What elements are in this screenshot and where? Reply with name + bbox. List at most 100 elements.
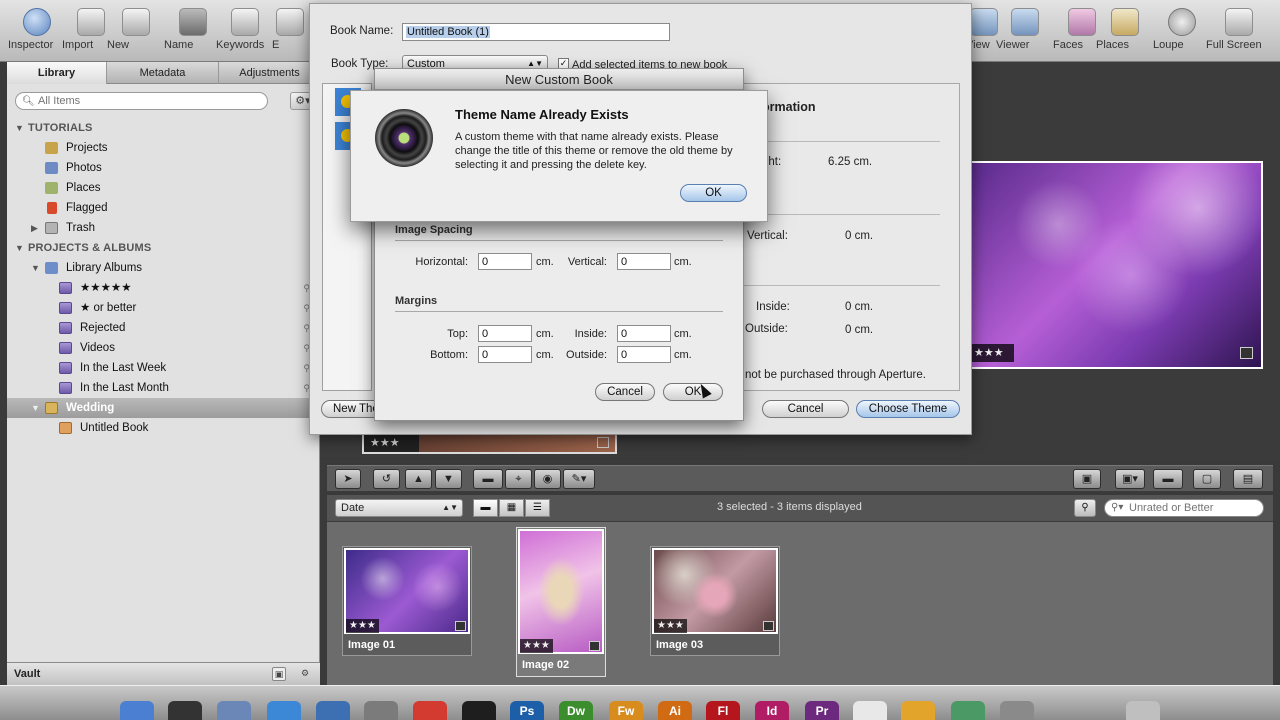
system-prefs-icon[interactable] bbox=[364, 701, 398, 720]
viewer-photo[interactable] bbox=[970, 161, 1263, 369]
viewer-button[interactable]: Viewer bbox=[996, 6, 1054, 56]
tree-item-library-albums[interactable]: ▼ Library Albums bbox=[7, 258, 320, 278]
red-eye-tool-button[interactable]: ◉ bbox=[534, 469, 561, 489]
sort-select[interactable]: Date ▲▼ bbox=[335, 499, 463, 517]
disclosure-down-icon[interactable]: ▼ bbox=[15, 118, 24, 138]
tab-metadata[interactable]: Metadata bbox=[107, 62, 219, 84]
select-tool-button[interactable]: ➤ bbox=[335, 469, 361, 489]
alert-ok-button[interactable]: OK bbox=[680, 184, 747, 202]
faces-icon bbox=[1068, 8, 1096, 36]
new-theme-button[interactable]: New The bbox=[321, 400, 381, 418]
tree-item-wedding[interactable]: ▼ Wedding bbox=[7, 398, 320, 418]
dreamweaver-icon[interactable]: Dw bbox=[559, 701, 593, 720]
rating-filter-input[interactable] bbox=[1129, 501, 1259, 515]
fireworks-icon[interactable]: Fw bbox=[609, 701, 643, 720]
keywords-button[interactable]: Keywords bbox=[216, 6, 274, 56]
disclosure-right-icon[interactable]: ▶ bbox=[31, 218, 38, 238]
vault-gear-icon[interactable]: ⚙ bbox=[298, 667, 312, 681]
vertical-spacing-input[interactable] bbox=[617, 253, 671, 270]
book-name-field[interactable]: Untitled Book (1) bbox=[402, 23, 670, 41]
time-machine-icon[interactable] bbox=[951, 701, 985, 720]
tree-item-one-star-or-better[interactable]: ★ or better ⚲ bbox=[7, 298, 320, 318]
tree-item-photos[interactable]: Photos bbox=[7, 158, 320, 178]
dock-label: Dw bbox=[567, 704, 585, 718]
aperture-icon[interactable] bbox=[462, 701, 496, 720]
thumbnail-image-03[interactable]: ★★★ Image 03 bbox=[650, 546, 780, 656]
lift-tool-button[interactable]: ▲ bbox=[405, 469, 432, 489]
textedit-icon[interactable] bbox=[853, 701, 887, 720]
app-store-icon[interactable] bbox=[1000, 701, 1034, 720]
filter-hud-button[interactable]: ⚲ bbox=[1074, 499, 1096, 517]
disclosure-down-icon[interactable]: ▼ bbox=[31, 258, 40, 278]
trash-dock-icon[interactable] bbox=[1126, 701, 1160, 720]
sheet-cancel-button[interactable]: Cancel bbox=[762, 400, 849, 418]
flash-icon[interactable]: Fl bbox=[706, 701, 740, 720]
photoshop-icon[interactable]: Ps bbox=[510, 701, 544, 720]
viewer-secondary-photo[interactable]: ★★★ bbox=[362, 432, 617, 454]
inside-margin-input[interactable] bbox=[617, 325, 671, 342]
stamp-tool-button[interactable]: ▼ bbox=[435, 469, 462, 489]
tree-item-flagged[interactable]: Flagged bbox=[7, 198, 320, 218]
bottom-margin-input[interactable] bbox=[478, 346, 532, 363]
premiere-icon[interactable]: Pr bbox=[805, 701, 839, 720]
single-view-button[interactable]: ▢ bbox=[1193, 469, 1221, 489]
places-button[interactable]: Places bbox=[1096, 6, 1154, 56]
straighten-tool-button[interactable]: ▬ bbox=[473, 469, 503, 489]
brush-tool-button[interactable]: ✎▾ bbox=[563, 469, 595, 489]
dashboard-icon[interactable] bbox=[168, 701, 202, 720]
inspector-button[interactable]: Inspector bbox=[8, 6, 66, 56]
browser-mode-button[interactable]: ▣▾ bbox=[1115, 469, 1145, 489]
library-search-input[interactable] bbox=[38, 94, 258, 108]
tree-item-untitled-book[interactable]: Untitled Book bbox=[7, 418, 320, 438]
thumbnail-image-02[interactable]: ★★★ Image 02 bbox=[516, 527, 606, 677]
itunes-icon[interactable] bbox=[316, 701, 350, 720]
illustrator-icon[interactable]: Ai bbox=[658, 701, 692, 720]
vault-add-icon[interactable]: ▣ bbox=[272, 667, 286, 681]
tree-item-videos[interactable]: Videos ⚲ bbox=[7, 338, 320, 358]
rotate-tool-button[interactable]: ↺ bbox=[373, 469, 400, 489]
section-projects-albums[interactable]: ▼ PROJECTS & ALBUMS bbox=[7, 238, 320, 258]
loupe-button[interactable]: Loupe bbox=[1153, 6, 1211, 56]
preview-icon[interactable] bbox=[217, 701, 251, 720]
tree-item-places[interactable]: Places bbox=[7, 178, 320, 198]
finder-icon[interactable] bbox=[120, 701, 154, 720]
loupe-icon bbox=[1168, 8, 1196, 36]
full-screen-button[interactable]: Full Screen bbox=[1206, 6, 1272, 56]
tab-library[interactable]: Library bbox=[7, 62, 107, 84]
tab-adjustments[interactable]: Adjustments bbox=[219, 62, 320, 84]
tree-item-last-month[interactable]: In the Last Month ⚲ bbox=[7, 378, 320, 398]
top-margin-input[interactable] bbox=[478, 325, 532, 342]
email-button[interactable]: E bbox=[272, 6, 308, 56]
thumbnail-image-01[interactable]: ★★★ Image 01 bbox=[342, 546, 472, 656]
indesign-icon[interactable]: Id bbox=[755, 701, 789, 720]
crop-tool-button[interactable]: ⌖ bbox=[505, 469, 532, 489]
choose-theme-button[interactable]: Choose Theme bbox=[856, 400, 960, 418]
outside-margin-input[interactable] bbox=[617, 346, 671, 363]
smart-album-icon bbox=[59, 342, 72, 354]
list-view-toggle[interactable]: ☰ bbox=[525, 499, 550, 517]
safari-icon[interactable] bbox=[267, 701, 301, 720]
horizontal-spacing-input[interactable] bbox=[478, 253, 532, 270]
grid-view-toggle[interactable]: ▦ bbox=[499, 499, 524, 517]
custom-book-ok-button[interactable]: OK bbox=[663, 383, 723, 401]
calendar-icon[interactable] bbox=[413, 701, 447, 720]
book-icon bbox=[59, 422, 72, 434]
tree-item-rejected[interactable]: Rejected ⚲ bbox=[7, 318, 320, 338]
disclosure-down-icon[interactable]: ▼ bbox=[15, 238, 24, 258]
inside-margin-label: Inside: bbox=[574, 328, 607, 340]
section-tutorials[interactable]: ▼ TUTORIALS bbox=[7, 118, 320, 138]
tree-item-projects[interactable]: Projects bbox=[7, 138, 320, 158]
viewer-mode-button[interactable]: ▣ bbox=[1073, 469, 1101, 489]
name-button[interactable]: Name bbox=[164, 6, 222, 56]
tree-item-last-week[interactable]: In the Last Week ⚲ bbox=[7, 358, 320, 378]
multi-view-button[interactable]: ▤ bbox=[1233, 469, 1263, 489]
tree-item-five-stars[interactable]: ★★★★★ ⚲ bbox=[7, 278, 320, 298]
filmstrip-button[interactable]: ▬ bbox=[1153, 469, 1183, 489]
growl-icon[interactable] bbox=[901, 701, 935, 720]
inside-margin-label: Inside: bbox=[756, 301, 790, 313]
new-button[interactable]: New bbox=[107, 6, 165, 56]
custom-book-cancel-button[interactable]: Cancel bbox=[595, 383, 655, 401]
filmstrip-view-toggle[interactable]: ▬ bbox=[473, 499, 498, 517]
tree-item-trash[interactable]: ▶ Trash bbox=[7, 218, 320, 238]
disclosure-down-icon[interactable]: ▼ bbox=[31, 398, 40, 418]
